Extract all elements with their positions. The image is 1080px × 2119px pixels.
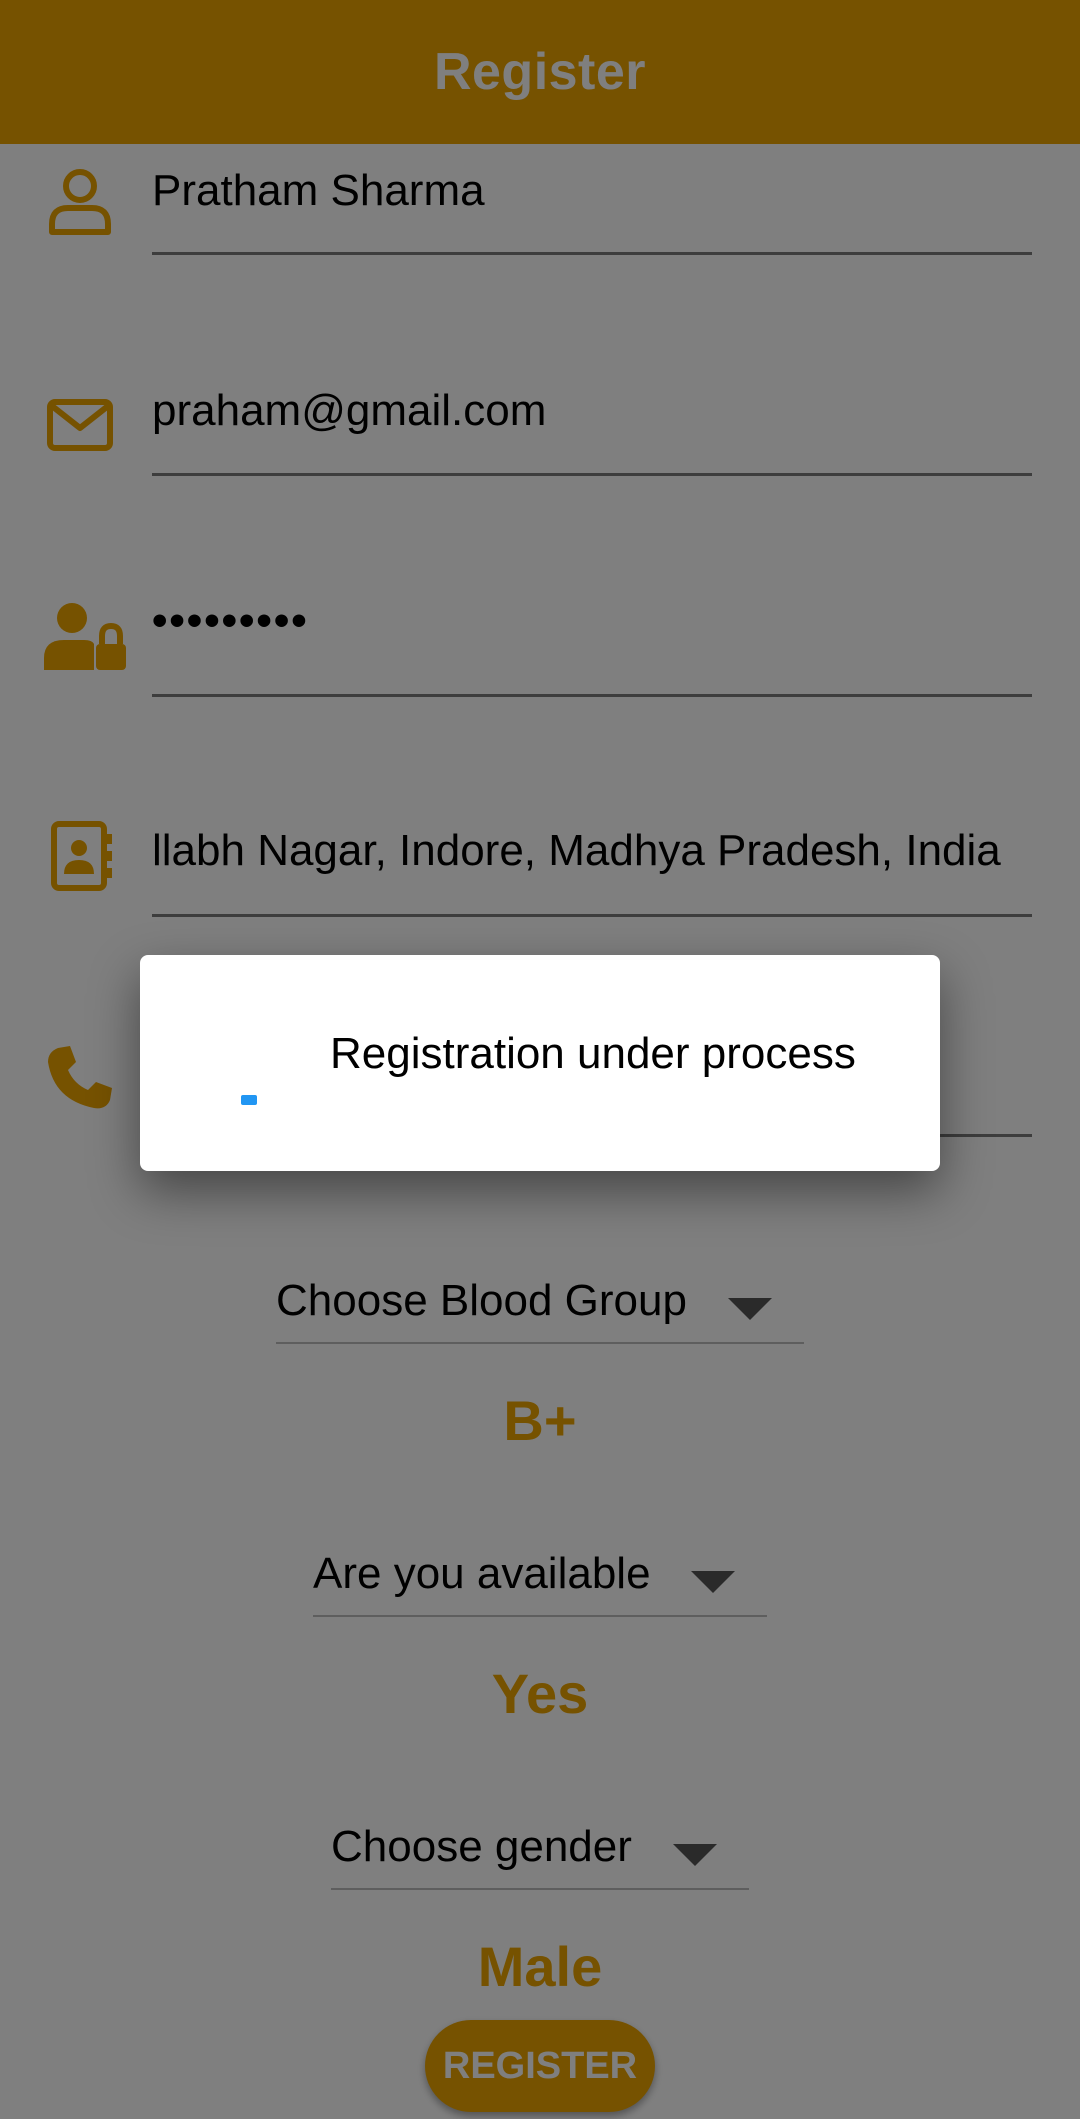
loading-spinner-icon xyxy=(241,1095,257,1105)
register-screen: Register Pratham Sharma praham@gmail.com… xyxy=(0,0,1080,2119)
dialog-message: Registration under process xyxy=(330,1029,856,1078)
progress-dialog: Registration under process xyxy=(140,955,940,1171)
